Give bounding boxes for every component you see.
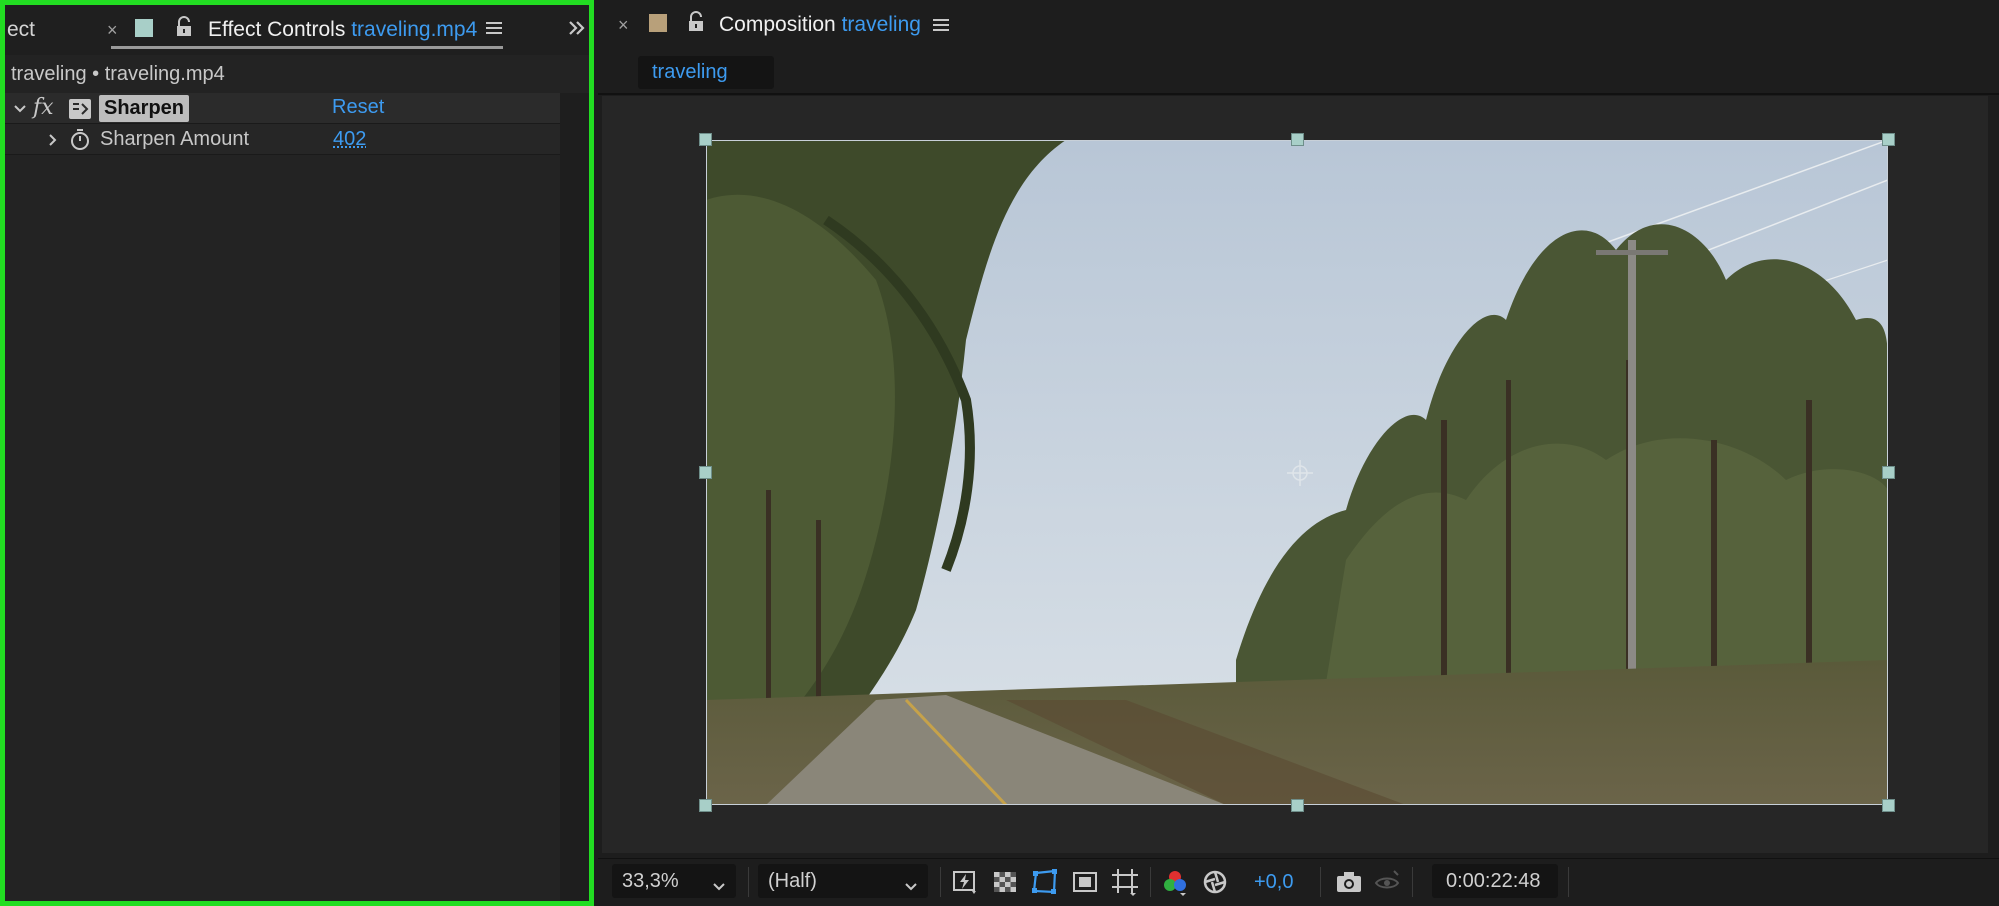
chevron-down-icon <box>712 875 726 898</box>
panel-menu-icon[interactable] <box>933 18 949 37</box>
lock-icon[interactable] <box>687 11 705 38</box>
effect-preset-icon <box>69 99 91 119</box>
forest-road-footage <box>706 140 1888 805</box>
effect-controls-subtitle: traveling • traveling.mp4 <box>11 63 225 85</box>
timecode-value: 0:00:22:48 <box>1446 870 1541 892</box>
transform-handle-top-left[interactable] <box>699 133 712 146</box>
transparency-grid-icon[interactable] <box>990 867 1020 897</box>
transform-handle-middle-left[interactable] <box>699 466 712 479</box>
composition-navigator-tab[interactable]: traveling <box>638 56 774 89</box>
composition-tab-bar: × Composition traveling <box>598 0 1999 50</box>
property-row-sharpen-amount[interactable]: Sharpen Amount 402 <box>5 124 560 155</box>
show-snapshot-icon[interactable] <box>1372 867 1402 897</box>
fx-icon[interactable]: fx <box>33 95 54 120</box>
composition-viewer[interactable] <box>602 96 1988 853</box>
transform-handle-bottom-right[interactable] <box>1882 799 1895 812</box>
composition-navigator-label: traveling <box>652 61 728 83</box>
label-color-swatch <box>135 19 153 37</box>
transform-handle-middle-right[interactable] <box>1882 466 1895 479</box>
exposure-value[interactable]: +0,0 <box>1254 871 1293 894</box>
effect-list: fx Sharpen Reset Sharpen Amount 402 <box>5 93 560 155</box>
close-icon[interactable]: × <box>618 15 629 36</box>
color-management-icon[interactable] <box>1200 867 1230 897</box>
composition-viewer-toolbar: 33,3% (Half) +0,0 0:00:22:48 <box>598 858 1999 904</box>
toolbar-separator <box>1320 867 1321 897</box>
toolbar-separator <box>748 867 749 897</box>
label-color-swatch <box>649 14 667 32</box>
transform-handle-bottom-left[interactable] <box>699 799 712 812</box>
effect-name-label[interactable]: Sharpen <box>99 95 190 122</box>
transform-handle-top-center[interactable] <box>1291 133 1304 146</box>
composition-panel: × Composition traveling traveling 33,3% … <box>598 0 1999 906</box>
active-tab-underline <box>111 46 503 49</box>
panel-overflow-icon[interactable] <box>567 18 587 43</box>
magnification-dropdown[interactable]: 33,3% <box>612 864 736 898</box>
toolbar-separator <box>940 867 941 897</box>
current-time-display[interactable]: 0:00:22:48 <box>1432 864 1558 898</box>
effect-controls-tab-bar: ect × Effect Controls traveling.mp4 <box>5 5 589 55</box>
effect-controls-tab-file: traveling.mp4 <box>351 18 478 41</box>
chevron-down-icon[interactable] <box>13 102 27 121</box>
magnification-value: 33,3% <box>622 870 679 892</box>
property-value[interactable]: 402 <box>333 128 366 151</box>
property-label: Sharpen Amount <box>100 128 249 150</box>
composition-tab-title: Composition <box>719 13 836 36</box>
composition-frame-image[interactable] <box>706 140 1888 805</box>
mask-visibility-icon[interactable] <box>1030 867 1060 897</box>
close-icon[interactable]: × <box>107 20 118 41</box>
reset-link[interactable]: Reset <box>332 96 384 119</box>
composition-tab[interactable]: Composition traveling <box>719 13 921 37</box>
toolbar-separator <box>1150 867 1151 897</box>
effect-controls-tab[interactable]: Effect Controls traveling.mp4 <box>208 18 477 42</box>
effect-controls-panel: ect × Effect Controls traveling.mp4 trav… <box>0 0 594 906</box>
panel-menu-icon[interactable] <box>486 21 502 40</box>
fast-previews-icon[interactable] <box>950 867 980 897</box>
composition-tab-name: traveling <box>841 13 921 36</box>
region-of-interest-icon[interactable] <box>1070 867 1100 897</box>
chevron-down-icon <box>904 875 918 898</box>
resolution-value: (Half) <box>768 870 817 892</box>
previous-tab-label[interactable]: ect <box>7 18 35 42</box>
resolution-dropdown[interactable]: (Half) <box>758 864 928 898</box>
channel-icon[interactable] <box>1160 867 1190 897</box>
toolbar-separator <box>1568 867 1569 897</box>
stopwatch-icon[interactable] <box>69 127 91 156</box>
effect-controls-scrollbar[interactable] <box>560 93 589 901</box>
transform-handle-bottom-center[interactable] <box>1291 799 1304 812</box>
lock-icon[interactable] <box>175 16 193 43</box>
guides-icon[interactable] <box>1110 867 1140 897</box>
effect-row-sharpen[interactable]: fx Sharpen Reset <box>5 93 560 124</box>
toolbar-separator <box>1412 867 1413 897</box>
effect-controls-tab-title: Effect Controls <box>208 18 346 41</box>
transform-handle-top-right[interactable] <box>1882 133 1895 146</box>
chevron-right-icon[interactable] <box>47 133 59 152</box>
panel-divider <box>598 93 1999 95</box>
camera-icon[interactable] <box>1334 867 1364 897</box>
